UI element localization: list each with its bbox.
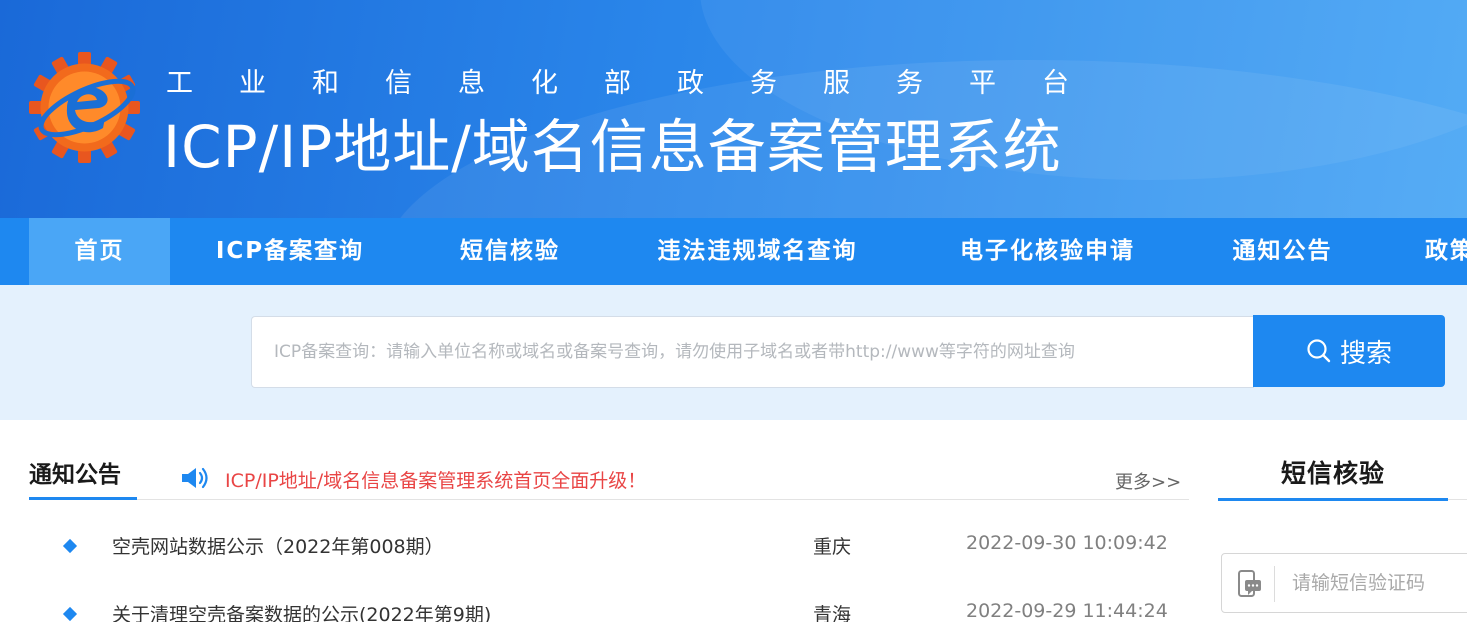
- logo-gear-e-icon[interactable]: [27, 50, 142, 165]
- notices-heading[interactable]: 通知公告: [29, 455, 121, 489]
- nav-item-home[interactable]: 首页: [29, 218, 170, 285]
- notice-date: 2022-09-29 11:44:24: [966, 600, 1168, 622]
- notices-divider: [29, 499, 1189, 500]
- nav-item-sms-verify[interactable]: 短信核验: [430, 218, 590, 285]
- notice-region: 青海: [813, 604, 852, 622]
- main-nav: 首页 ICP备案查询 短信核验 违法违规域名查询 电子化核验申请 通知公告 政策: [0, 218, 1467, 285]
- header-subtitle: 工业和信息化部政务服务平台: [166, 68, 1115, 99]
- notice-date: 2022-09-30 10:09:42: [966, 532, 1168, 554]
- sms-divider: [1448, 499, 1467, 500]
- phone-message-icon: [1238, 570, 1261, 597]
- nav-item-notices[interactable]: 通知公告: [1210, 218, 1355, 285]
- search-button-label: 搜索: [1339, 338, 1392, 369]
- header-banner: 工业和信息化部政务服务平台 ICP/IP地址/域名信息备案管理系统: [0, 0, 1467, 218]
- page-title: ICP/IP地址/域名信息备案管理系统: [163, 113, 1062, 181]
- notice-row[interactable]: 空壳网站数据公示（2022年第008期） 重庆 2022-09-30 10:09…: [0, 532, 1190, 572]
- sms-code-input[interactable]: [1282, 554, 1467, 612]
- diamond-bullet-icon: [62, 538, 78, 554]
- sms-code-field[interactable]: [1221, 553, 1467, 613]
- nav-item-icp-query[interactable]: ICP备案查询: [190, 218, 390, 285]
- nav-item-illegal-domain[interactable]: 违法违规域名查询: [630, 218, 885, 285]
- notice-region: 重庆: [813, 536, 852, 558]
- speaker-icon: [182, 467, 208, 489]
- sms-heading-underline: [1218, 498, 1448, 501]
- notices-heading-underline: [29, 497, 137, 500]
- notice-marquee[interactable]: ICP/IP地址/域名信息备案管理系统首页全面升级！: [225, 466, 646, 493]
- nav-item-e-verify-apply[interactable]: 电子化核验申请: [930, 218, 1165, 285]
- search-input[interactable]: [251, 316, 1254, 388]
- more-notices-link[interactable]: 更多>>: [1115, 468, 1181, 494]
- notice-row[interactable]: 关于清理空壳备案数据的公示(2022年第9期) 青海 2022-09-29 11…: [0, 600, 1190, 622]
- nav-item-policy[interactable]: 政策: [1405, 218, 1467, 285]
- field-separator: [1274, 566, 1275, 602]
- sms-verify-heading: 短信核验: [1280, 459, 1385, 488]
- notice-title[interactable]: 关于清理空壳备案数据的公示(2022年第9期): [112, 600, 491, 622]
- diamond-bullet-icon: [62, 606, 78, 622]
- search-button[interactable]: 搜索: [1253, 315, 1445, 387]
- notice-title[interactable]: 空壳网站数据公示（2022年第008期）: [112, 532, 444, 559]
- search-section: 搜索: [0, 285, 1467, 420]
- search-icon: [1307, 339, 1331, 363]
